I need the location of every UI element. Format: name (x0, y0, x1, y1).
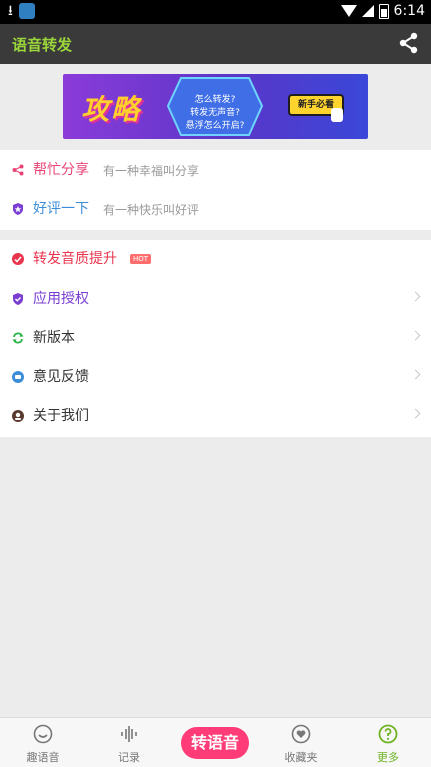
row-label: 帮忙分享 (33, 162, 89, 178)
share-section: 帮忙分享 有一种幸福叫分享 好评一下 有一种快乐叫好评 (0, 150, 431, 230)
tab-label: 收藏夹 (284, 751, 318, 764)
tab-label: 趣语音 (26, 751, 60, 764)
wifi-icon (340, 5, 357, 17)
tab-fun-voice[interactable]: 趣语音 (0, 718, 86, 767)
row-feedback[interactable]: 意见反馈 (0, 358, 431, 397)
row-label: 关于我们 (33, 408, 89, 424)
row-new-version[interactable]: 新版本 (0, 319, 431, 358)
about-icon (12, 410, 24, 422)
banner-questions: 怎么转发? 转发无声音? 悬浮怎么开启? (167, 76, 263, 137)
chevron-right-icon (410, 408, 421, 419)
banner-line-3: 悬浮怎么开启? (185, 121, 245, 131)
shield-check-icon (13, 293, 23, 305)
tab-more[interactable]: 更多 (345, 718, 431, 767)
question-icon (378, 724, 398, 744)
chevron-right-icon (410, 330, 421, 341)
row-audio-quality[interactable]: 转发音质提升 HOT (0, 240, 431, 279)
status-bar: ⭳ 6:14 (0, 0, 431, 24)
tab-records[interactable]: 记录 (86, 718, 172, 767)
smile-icon (33, 724, 53, 744)
tab-label: 记录 (118, 751, 140, 764)
share-icon (12, 164, 24, 176)
row-share[interactable]: 帮忙分享 有一种幸福叫分享 (0, 151, 431, 190)
download-icon: ⭳ (8, 3, 13, 19)
banner-headline: 攻略 (81, 93, 142, 126)
chevron-right-icon (410, 369, 421, 380)
row-label: 好评一下 (33, 201, 89, 217)
heart-icon (291, 724, 311, 744)
tab-label: 更多 (377, 751, 399, 764)
banner-line-2: 转发无声音? (190, 108, 240, 118)
feedback-icon (12, 371, 24, 383)
row-about[interactable]: 关于我们 (0, 397, 431, 436)
pointer-hand-icon (331, 108, 343, 122)
battery-icon (378, 3, 389, 19)
row-subtitle: 有一种幸福叫分享 (103, 164, 200, 178)
guide-banner[interactable]: 攻略 怎么转发? 转发无声音? 悬浮怎么开启? 新手必看 (63, 74, 368, 139)
status-time: 6:14 (393, 3, 425, 19)
share-icon[interactable] (399, 32, 419, 54)
quality-icon (12, 253, 24, 265)
row-label: 应用授权 (33, 291, 89, 307)
shield-star-icon (13, 203, 23, 215)
waveform-icon (121, 726, 137, 742)
row-subtitle: 有一种快乐叫好评 (103, 203, 200, 217)
refresh-icon (12, 332, 24, 344)
banner-line-1: 怎么转发? (194, 95, 236, 105)
chevron-right-icon (410, 291, 421, 302)
signal-icon (361, 5, 374, 17)
convert-voice-button[interactable]: 转语音 (181, 727, 249, 759)
row-label: 新版本 (33, 330, 75, 346)
hot-badge: HOT (130, 254, 152, 264)
page-title: 语音转发 (12, 36, 73, 54)
row-label: 转发音质提升 (33, 251, 117, 267)
row-rate[interactable]: 好评一下 有一种快乐叫好评 (0, 190, 431, 229)
row-label: 意见反馈 (33, 369, 89, 385)
row-permissions[interactable]: 应用授权 (0, 280, 431, 319)
tab-favorites[interactable]: 收藏夹 (258, 718, 344, 767)
settings-section: 转发音质提升 HOT 应用授权 新版本 意见反馈 关于我们 (0, 240, 431, 437)
app-notification-icon (18, 3, 35, 19)
app-header: 语音转发 (0, 24, 431, 64)
